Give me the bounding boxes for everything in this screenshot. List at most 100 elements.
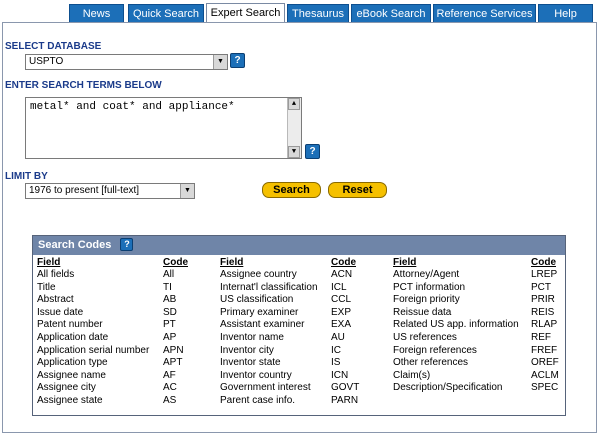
search-code: IC: [331, 344, 341, 356]
search-code: LREP: [531, 269, 558, 280]
search-field: All fields: [37, 269, 75, 280]
search-terms-help-icon[interactable]: ?: [305, 144, 320, 159]
search-code: GOVT: [331, 382, 360, 394]
search-field: Assignee name: [37, 369, 106, 381]
search-field: Related US app. information: [393, 319, 519, 331]
search-code: ICL: [331, 281, 347, 293]
search-field: Reissue data: [393, 306, 452, 318]
field-header: Field: [393, 257, 417, 268]
search-code: PCT: [531, 281, 551, 293]
search-codes-panel: Search Codes ? Field All fields Title Abst…: [32, 235, 566, 416]
search-code: AF: [163, 369, 176, 381]
search-terms-value: metal* and coat* and appliance*: [30, 101, 235, 113]
search-code: ACLM: [531, 369, 559, 381]
search-field: Attorney/Agent: [393, 269, 460, 280]
search-field: Foreign references: [393, 344, 477, 356]
search-code: SD: [163, 306, 177, 318]
search-field: Description/Specification: [393, 382, 503, 394]
search-code: EXA: [331, 319, 352, 331]
database-select-value: USPTO: [29, 56, 64, 67]
codes-code-column-1: Code All TI AB SD PT AP APN APT AF AC AS: [163, 256, 188, 408]
code-header: Code: [531, 257, 556, 268]
search-code: AU: [331, 331, 345, 343]
search-code: RLAP: [531, 319, 558, 331]
tab-quick-search[interactable]: Quick Search: [128, 4, 204, 22]
search-code: All: [163, 269, 175, 280]
search-codes-help-icon[interactable]: ?: [120, 238, 134, 251]
search-code: TI: [163, 281, 172, 293]
search-field: Parent case info.: [220, 394, 296, 406]
reset-button[interactable]: Reset: [328, 182, 387, 198]
search-code: ICN: [331, 369, 349, 381]
search-field: Claim(s): [393, 369, 431, 381]
search-code: AC: [163, 382, 177, 394]
search-codes-header: Search Codes ?: [33, 236, 565, 255]
search-code: PARN: [331, 394, 359, 406]
search-code: AS: [163, 394, 177, 406]
limit-by-label: LIMIT BY: [5, 171, 48, 182]
scroll-up-icon[interactable]: ▲: [288, 98, 300, 110]
search-field: Foreign priority: [393, 294, 460, 306]
search-field: Inventor country: [220, 369, 292, 381]
limit-by-select-value: 1976 to present [full-text]: [29, 185, 140, 196]
search-field: Government interest: [220, 382, 311, 394]
codes-code-column-2: Code ACN ICL CCL EXP EXA AU IC IS ICN GOVT PARN: [331, 256, 359, 408]
search-field: Application serial number: [37, 344, 150, 356]
search-code: IS: [331, 357, 341, 369]
search-field: Inventor state: [220, 357, 281, 369]
code-header: Code: [163, 257, 188, 268]
search-terms-scrollbar[interactable]: ▲ ▼: [287, 98, 301, 158]
codes-code-column-3: Code LREP PCT PRIR REIS RLAP REF FREF OREF ACLM S…: [531, 256, 559, 395]
search-terms-input[interactable]: metal* and coat* and appliance* ▲ ▼: [25, 97, 302, 159]
select-database-label: SELECT DATABASE: [5, 41, 102, 52]
search-codes-title: Search Codes: [38, 239, 112, 251]
search-code: PRIR: [531, 294, 555, 306]
search-field: Abstract: [37, 294, 74, 306]
search-field: Inventor city: [220, 344, 274, 356]
search-code: CCL: [331, 294, 352, 306]
search-code: APT: [163, 357, 183, 369]
limit-by-select[interactable]: 1976 to present [full-text] ▼: [25, 183, 195, 199]
chevron-down-icon: ▼: [180, 184, 194, 198]
database-select[interactable]: USPTO ▼: [25, 54, 228, 70]
search-field: Assignee state: [37, 394, 103, 406]
search-code: APN: [163, 344, 184, 356]
field-header: Field: [220, 257, 244, 268]
search-field: Issue date: [37, 306, 84, 318]
search-field: Assistant examiner: [220, 319, 305, 331]
code-header: Code: [331, 257, 356, 268]
search-field: US classification: [220, 294, 294, 306]
search-code: PT: [163, 319, 176, 331]
search-field: Inventor name: [220, 331, 284, 343]
search-code: SPEC: [531, 382, 559, 394]
search-code: AB: [163, 294, 177, 306]
codes-field-column-3: Field Attorney/Agent PCT information Forei…: [393, 256, 519, 395]
search-field: Title: [37, 281, 56, 293]
scroll-down-icon[interactable]: ▼: [288, 146, 300, 158]
tab-help[interactable]: Help: [538, 4, 593, 22]
search-field: Assignee country: [220, 269, 297, 280]
search-code: AP: [163, 331, 177, 343]
tab-reference-services[interactable]: Reference Services: [433, 4, 536, 22]
search-code: FREF: [531, 344, 558, 356]
tab-ebook-search[interactable]: eBook Search: [351, 4, 431, 22]
tab-bar: News Quick Search Expert Search Thesauru…: [0, 0, 600, 24]
search-field: Assignee city: [37, 382, 96, 394]
search-field: Patent number: [37, 319, 103, 331]
search-field: Primary examiner: [220, 306, 299, 318]
search-button[interactable]: Search: [262, 182, 321, 198]
codes-field-column-1: Field All fields Title Abstract Issue date P…: [37, 256, 149, 408]
search-field: Application date: [37, 331, 109, 343]
search-code: REF: [531, 331, 551, 343]
search-code: ACN: [331, 269, 353, 280]
search-terms-label: ENTER SEARCH TERMS BELOW: [5, 80, 162, 91]
search-field: PCT information: [393, 281, 466, 293]
search-code: OREF: [531, 357, 559, 369]
search-code: EXP: [331, 306, 352, 318]
tab-expert-search[interactable]: Expert Search: [206, 3, 285, 24]
search-field: US references: [393, 331, 457, 343]
field-header: Field: [37, 257, 61, 268]
database-help-icon[interactable]: ?: [230, 53, 245, 68]
tab-news[interactable]: News: [69, 4, 124, 22]
tab-thesaurus[interactable]: Thesaurus: [287, 4, 349, 22]
